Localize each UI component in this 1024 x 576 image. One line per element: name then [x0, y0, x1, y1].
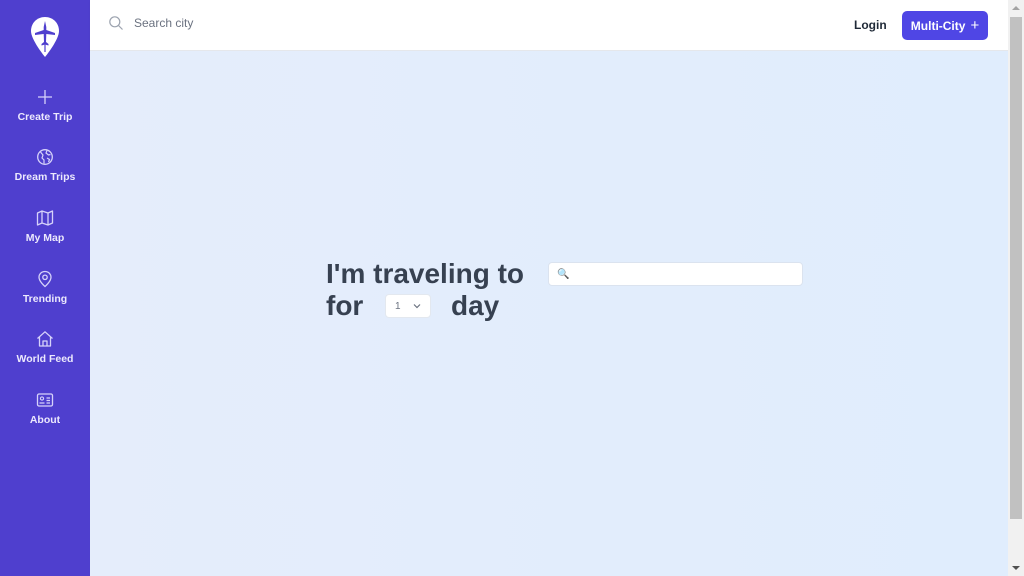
hero-heading-line1: I'm traveling to [326, 258, 525, 289]
destination-field[interactable] [575, 267, 802, 281]
main-content: I'm traveling to 🔍 for 1 day [90, 51, 1008, 576]
sidebar-item-label: About [29, 414, 61, 426]
home-icon [37, 331, 53, 347]
sidebar-item-label: World Feed [16, 353, 74, 365]
page-scrollbar[interactable] [1008, 0, 1024, 576]
id-card-icon [36, 393, 54, 407]
sidebar-item-world-feed[interactable]: World Feed [0, 330, 90, 386]
plane-pin-logo-icon[interactable] [30, 16, 60, 58]
days-select[interactable]: 1 [385, 294, 431, 318]
search-icon [109, 16, 123, 30]
sidebar-item-label: Dream Trips [14, 171, 76, 183]
sidebar: Create Trip Dream Trips My Map Trending … [0, 0, 90, 576]
sidebar-item-label: Create Trip [17, 111, 73, 123]
hero-heading-day: day [451, 290, 500, 321]
scroll-up-arrow-icon[interactable] [1012, 6, 1020, 10]
multi-city-button[interactable]: Multi-City + [902, 11, 988, 40]
sidebar-item-create-trip[interactable]: Create Trip [0, 88, 90, 144]
sidebar-item-label: Trending [22, 293, 68, 305]
login-link[interactable]: Login [854, 18, 887, 32]
plus-icon [38, 90, 52, 104]
sidebar-item-trending[interactable]: Trending [0, 270, 90, 326]
sidebar-item-about[interactable]: About [0, 391, 90, 447]
sidebar-item-my-map[interactable]: My Map [0, 209, 90, 265]
map-icon [36, 210, 54, 226]
magnifier-icon: 🔍 [557, 268, 570, 280]
hero-heading-for: for [326, 290, 364, 321]
scroll-thumb[interactable] [1010, 17, 1022, 519]
multi-city-label: Multi-City [910, 18, 966, 33]
sidebar-item-label: My Map [25, 232, 65, 244]
map-pin-icon [38, 270, 52, 288]
top-bar: Login Multi-City + [90, 0, 1008, 51]
days-value: 1 [395, 300, 401, 312]
scroll-down-arrow-icon[interactable] [1012, 566, 1020, 570]
destination-input[interactable]: 🔍 [548, 262, 803, 286]
search-city-input[interactable] [134, 16, 374, 30]
chevron-down-icon [413, 304, 421, 309]
plus-icon: + [970, 17, 980, 34]
city-search [108, 15, 374, 31]
globe-icon [37, 149, 53, 165]
sidebar-item-dream-trips[interactable]: Dream Trips [0, 148, 90, 204]
